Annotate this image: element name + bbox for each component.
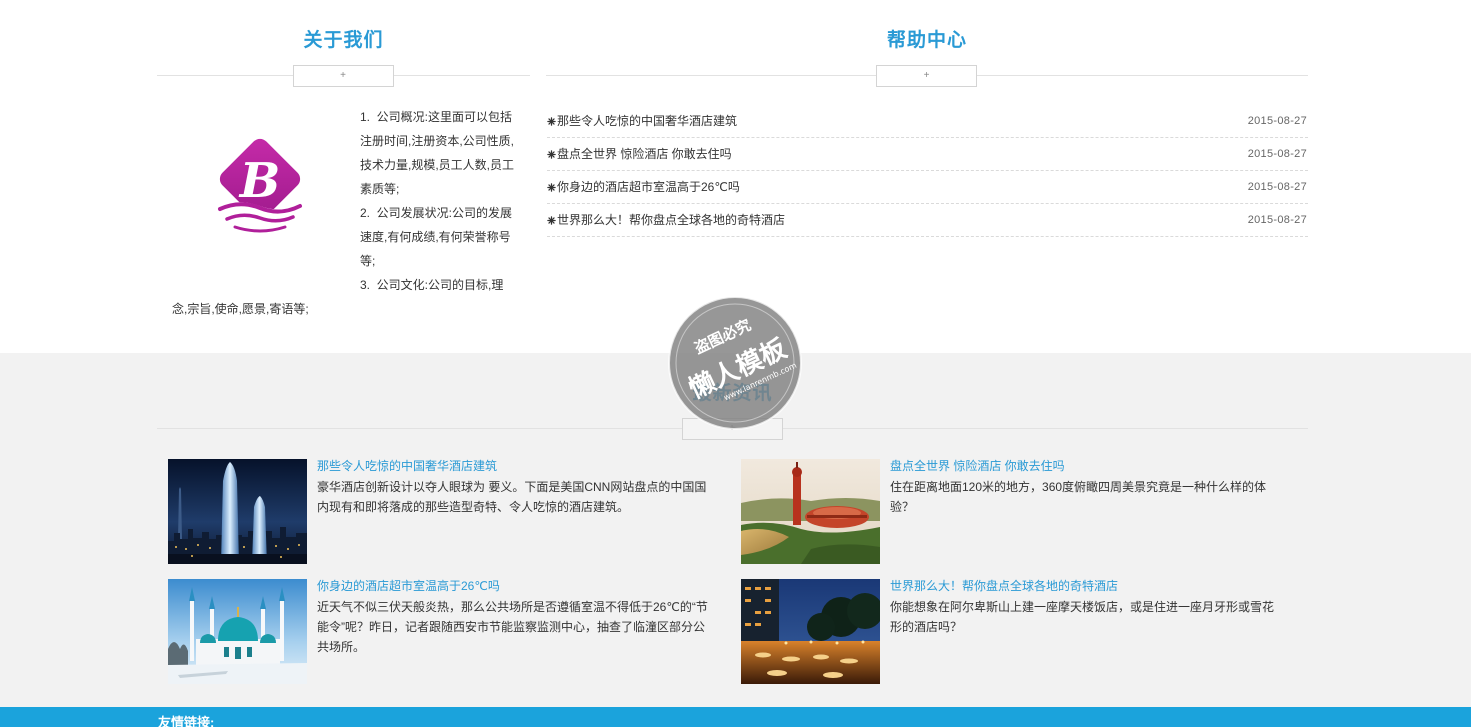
news-thumbnail[interactable]: [168, 579, 307, 684]
help-divider: +: [546, 65, 1308, 87]
news-card-desc: 近天气不似三伏天般炎热，那么公共场所是否遵循室温不得低于26℃的“节能令”呢？昨…: [317, 600, 708, 654]
asterisk-bullet-icon: [547, 183, 556, 192]
help-item-date: 2015-08-27: [1247, 214, 1307, 226]
news-more-button[interactable]: +: [681, 418, 783, 440]
help-title: 帮助中心: [886, 29, 967, 51]
help-item-title[interactable]: 你身边的酒店超市室温高于26℃吗: [557, 180, 740, 194]
help-list-item[interactable]: 那些令人吃惊的中国奢华酒店建筑 2015-08-27: [547, 105, 1308, 138]
news-thumbnail[interactable]: [741, 579, 880, 684]
logo-box: B: [172, 105, 350, 297]
help-item-date: 2015-08-27: [1247, 115, 1307, 127]
help-list-item[interactable]: 世界那么大！帮你盘点全球各地的奇特酒店 2015-08-27: [547, 204, 1308, 237]
news-card-desc: 你能想象在阿尔卑斯山上建一座摩天楼饭店，或是住进一座月牙形或雪花形的酒店吗？: [890, 600, 1275, 634]
friend-links-bar: 友情链接:: [0, 707, 1471, 727]
help-item-date: 2015-08-27: [1247, 181, 1307, 193]
asterisk-bullet-icon: [547, 216, 556, 225]
news-divider: +: [157, 418, 1308, 440]
news-card: 世界那么大！帮你盘点全球各地的奇特酒店 你能想象在阿尔卑斯山上建一座摩天楼饭店，…: [741, 579, 1314, 684]
news-card-title[interactable]: 那些令人吃惊的中国奢华酒店建筑: [317, 459, 709, 473]
help-item-date: 2015-08-27: [1247, 148, 1307, 160]
news-text: 你身边的酒店超市室温高于26℃吗 近天气不似三伏天般炎热，那么公共场所是否遵循室…: [317, 579, 709, 657]
news-card: 你身边的酒店超市室温高于26℃吗 近天气不似三伏天般炎热，那么公共场所是否遵循室…: [168, 579, 741, 684]
news-text: 世界那么大！帮你盘点全球各地的奇特酒店 你能想象在阿尔卑斯山上建一座摩天楼饭店，…: [890, 579, 1282, 637]
news-section: 最新资讯 + 那些令人吃惊的中国奢华酒店建筑 豪华酒店创新设计以夺人眼球为 要义…: [0, 353, 1471, 707]
asterisk-bullet-icon: [547, 117, 556, 126]
news-card-title[interactable]: 盘点全世界 惊险酒店 你敢去住吗: [890, 459, 1282, 473]
news-card: 那些令人吃惊的中国奢华酒店建筑 豪华酒店创新设计以夺人眼球为 要义。下面是美国C…: [168, 459, 741, 564]
about-more-button[interactable]: +: [292, 65, 394, 87]
asterisk-bullet-icon: [547, 150, 556, 159]
help-list-item[interactable]: 你身边的酒店超市室温高于26℃吗 2015-08-27: [547, 171, 1308, 204]
news-card-desc: 豪华酒店创新设计以夺人眼球为 要义。下面是美国CNN网站盘点的中国国内现有和即将…: [317, 480, 707, 514]
news-thumbnail[interactable]: [741, 459, 880, 564]
help-list: 那些令人吃惊的中国奢华酒店建筑 2015-08-27 盘点全世界 惊险酒店 你敢…: [547, 105, 1308, 237]
news-card-title[interactable]: 世界那么大！帮你盘点全球各地的奇特酒店: [890, 579, 1282, 593]
news-card: 盘点全世界 惊险酒店 你敢去住吗 住在距离地面120米的地方，360度俯瞰四周美…: [741, 459, 1314, 564]
friend-links-label: 友情链接:: [158, 715, 215, 727]
top-section: 关于我们 + B 1. 公司概况:这里面可以包括注册时间,注册资本,公司性质,技…: [0, 0, 1471, 353]
page: 关于我们 + B 1. 公司概况:这里面可以包括注册时间,注册资本,公司性质,技…: [0, 0, 1471, 727]
help-item-title[interactable]: 世界那么大！帮你盘点全球各地的奇特酒店: [557, 213, 785, 227]
company-logo: B: [216, 138, 304, 233]
news-text: 盘点全世界 惊险酒店 你敢去住吗 住在距离地面120米的地方，360度俯瞰四周美…: [890, 459, 1282, 517]
news-text: 那些令人吃惊的中国奢华酒店建筑 豪华酒店创新设计以夺人眼球为 要义。下面是美国C…: [317, 459, 709, 517]
news-card-desc: 住在距离地面120米的地方，360度俯瞰四周美景究竟是一种什么样的体验？: [890, 480, 1267, 514]
help-list-item[interactable]: 盘点全世界 惊险酒店 你敢去住吗 2015-08-27: [547, 138, 1308, 171]
help-item-title[interactable]: 盘点全世界 惊险酒店 你敢去住吗: [557, 147, 732, 161]
about-section: 关于我们 + B 1. 公司概况:这里面可以包括注册时间,注册资本,公司性质,技…: [157, 0, 530, 353]
about-divider: +: [157, 65, 530, 87]
news-title: 最新资讯: [692, 382, 773, 404]
news-thumbnail[interactable]: [168, 459, 307, 564]
news-container: 最新资讯 + 那些令人吃惊的中国奢华酒店建筑 豪华酒店创新设计以夺人眼球为 要义…: [157, 353, 1308, 707]
help-section: 帮助中心 + 那些令人吃惊的中国奢华酒店建筑 2015-08-27 盘点全世界 …: [546, 0, 1308, 353]
about-title: 关于我们: [303, 29, 384, 51]
news-card-title[interactable]: 你身边的酒店超市室温高于26℃吗: [317, 579, 709, 593]
help-item-title[interactable]: 那些令人吃惊的中国奢华酒店建筑: [557, 114, 737, 128]
help-more-button[interactable]: +: [876, 65, 977, 87]
logo-letter: B: [238, 153, 281, 209]
news-grid: 那些令人吃惊的中国奢华酒店建筑 豪华酒店创新设计以夺人眼球为 要义。下面是美国C…: [168, 459, 1308, 685]
about-body: B 1. 公司概况:这里面可以包括注册时间,注册资本,公司性质,技术力量,规模,…: [172, 105, 517, 321]
